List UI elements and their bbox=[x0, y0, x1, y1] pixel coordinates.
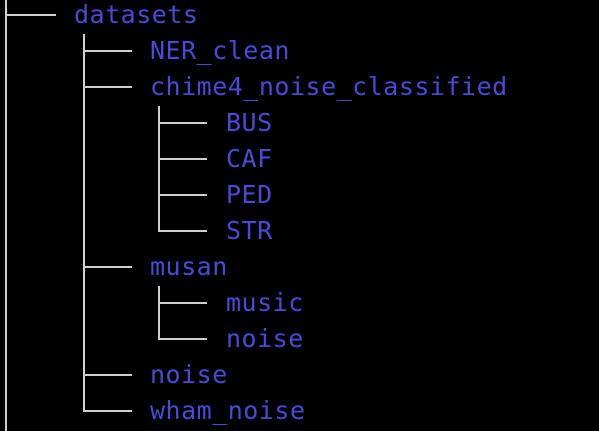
dir-bus: BUS bbox=[226, 108, 273, 137]
dir-music: music bbox=[226, 288, 304, 317]
dir-musan-noise: noise bbox=[226, 324, 304, 353]
terminal-window: datasets NER_clean chime4_noise_classifi… bbox=[0, 0, 599, 431]
dir-wham-noise: wham_noise bbox=[150, 396, 306, 425]
tree-connector-lines bbox=[5, 0, 207, 431]
dir-noise: noise bbox=[150, 360, 228, 389]
dir-datasets: datasets bbox=[74, 0, 199, 29]
dir-ped: PED bbox=[226, 180, 273, 209]
dir-chime4-noise-classified: chime4_noise_classified bbox=[150, 72, 508, 101]
dir-str: STR bbox=[226, 216, 273, 245]
dir-musan: musan bbox=[150, 252, 228, 281]
dir-caf: CAF bbox=[226, 144, 273, 173]
dir-ner-clean: NER_clean bbox=[150, 36, 290, 65]
